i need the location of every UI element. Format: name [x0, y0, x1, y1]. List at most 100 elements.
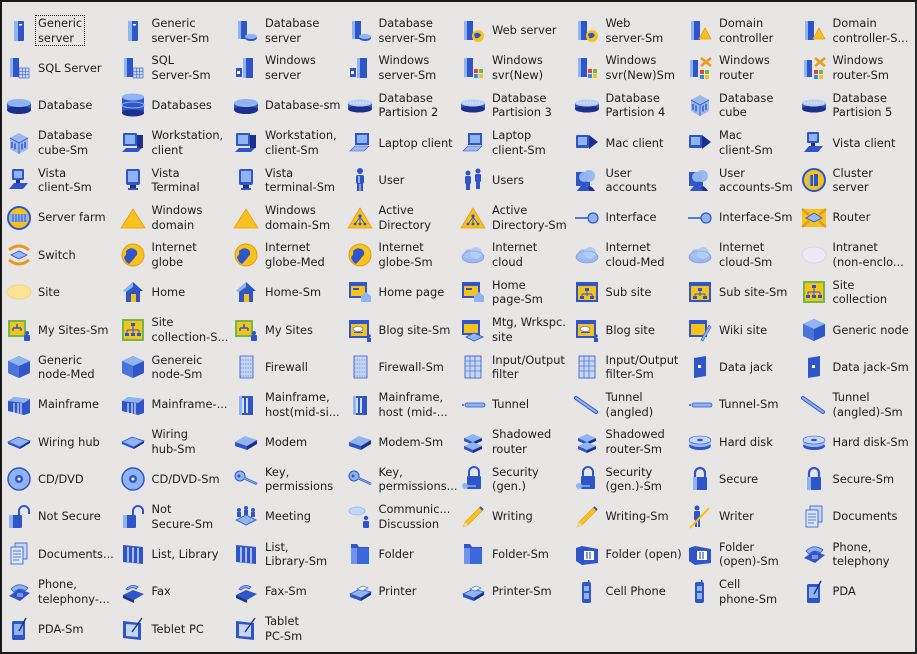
stencil-shape-item[interactable]: Printer-Sm [460, 573, 574, 610]
stencil-shape-item[interactable]: Genereic node-Sm [120, 349, 234, 386]
stencil-shape-item[interactable]: Windows router-Sm [801, 49, 915, 86]
stencil-shape-item[interactable]: Folder-Sm [460, 535, 574, 572]
stencil-shape-item[interactable]: Windows svr(New) [460, 49, 574, 86]
stencil-shape-item[interactable]: Database Partision 2 [347, 87, 461, 124]
stencil-shape-item[interactable]: Site collection-S... [120, 311, 234, 348]
stencil-shape-item[interactable]: Fax-Sm [233, 573, 347, 610]
stencil-shape-item[interactable]: PDA [801, 573, 915, 610]
stencil-shape-item[interactable]: Secure [687, 461, 801, 498]
stencil-shape-item[interactable]: Hard disk [687, 423, 801, 460]
stencil-shape-item[interactable]: Internet globe-Sm [347, 236, 461, 273]
stencil-shape-item[interactable]: User accounts-Sm [687, 162, 801, 199]
stencil-shape-item[interactable]: Router [800, 199, 915, 236]
stencil-shape-item[interactable]: Intranet (non-enclo... [801, 236, 915, 273]
stencil-shape-item[interactable]: Switch [6, 236, 120, 273]
stencil-shape-item[interactable]: Teblet PC [120, 610, 234, 647]
stencil-shape-item[interactable]: Vista Terminal [120, 162, 234, 199]
stencil-shape-item[interactable]: Shadowed router [460, 423, 574, 460]
stencil-shape-item[interactable]: Interface-Sm [687, 199, 801, 236]
stencil-shape-item[interactable]: Cluster server [801, 162, 915, 199]
stencil-shape-item[interactable]: Folder (open) [574, 535, 688, 572]
stencil-shape-item[interactable]: Cell Phone [574, 573, 688, 610]
stencil-shape-item[interactable]: Blog site-Sm [347, 311, 461, 348]
stencil-shape-item[interactable]: Windows domain [119, 199, 234, 236]
stencil-shape-item[interactable]: Laptop client [347, 124, 461, 161]
stencil-shape-item[interactable]: Input/Output filter-Sm [574, 349, 688, 386]
stencil-shape-item[interactable]: Mac client-Sm [687, 124, 801, 161]
stencil-shape-item[interactable]: Web server-Sm [574, 12, 688, 49]
stencil-shape-item[interactable]: Mainframe [6, 386, 120, 423]
stencil-shape-item[interactable]: Web server [460, 12, 574, 49]
stencil-shape-item[interactable]: Mtg, Wrkspc. site [460, 311, 574, 348]
stencil-shape-item[interactable]: CD/DVD-Sm [120, 461, 234, 498]
stencil-shape-item[interactable]: Writing [460, 498, 574, 535]
stencil-shape-item[interactable]: Key, permissions [233, 461, 347, 498]
stencil-shape-item[interactable]: List, Library [120, 535, 234, 572]
stencil-shape-item[interactable]: Interface [574, 199, 688, 236]
stencil-shape-item[interactable]: Internet globe-Med [233, 236, 347, 273]
stencil-shape-item[interactable]: Generic server [6, 12, 120, 49]
stencil-shape-item[interactable]: Shadowed router-Sm [574, 423, 688, 460]
stencil-shape-item[interactable]: Cell phone-Sm [687, 573, 801, 610]
stencil-shape-item[interactable]: Data jack [687, 349, 801, 386]
stencil-shape-item[interactable]: Mac client [574, 124, 688, 161]
stencil-shape-item[interactable]: Not Secure [6, 498, 120, 535]
stencil-shape-item[interactable]: Tunnel [460, 386, 574, 423]
stencil-shape-item[interactable]: Phone, telephony [801, 535, 915, 572]
stencil-shape-item[interactable]: SQL Server-Sm [120, 49, 234, 86]
stencil-shape-item[interactable]: Database server [233, 12, 347, 49]
stencil-shape-item[interactable]: Home [120, 274, 234, 311]
stencil-shape-item[interactable]: Domain controller [687, 12, 801, 49]
stencil-shape-item[interactable]: Windows router [687, 49, 801, 86]
stencil-shape-item[interactable]: Firewall [233, 349, 347, 386]
stencil-shape-item[interactable]: Mainframe, host (mid-... [347, 386, 461, 423]
stencil-shape-item[interactable]: Generic server-Sm [120, 12, 234, 49]
stencil-shape-item[interactable]: Home-Sm [233, 274, 347, 311]
stencil-shape-item[interactable]: Windows svr(New)Sm [574, 49, 688, 86]
stencil-shape-item[interactable]: Windows server [233, 49, 347, 86]
stencil-shape-item[interactable]: Firewall-Sm [347, 349, 461, 386]
stencil-shape-item[interactable]: Sub site [574, 274, 688, 311]
stencil-shape-item[interactable]: Home page [347, 274, 461, 311]
stencil-shape-item[interactable]: Windows server-Sm [347, 49, 461, 86]
stencil-shape-item[interactable]: SQL Server [6, 49, 120, 86]
stencil-shape-item[interactable]: Mainframe, host(mid-si... [233, 386, 347, 423]
stencil-shape-item[interactable]: Vista terminal-Sm [233, 162, 347, 199]
stencil-shape-item[interactable]: Secure-Sm [801, 461, 915, 498]
stencil-shape-item[interactable]: Fax [120, 573, 234, 610]
stencil-shape-item[interactable]: Phone, telephony-... [6, 573, 120, 610]
stencil-shape-item[interactable]: Database Partision 3 [460, 87, 574, 124]
stencil-shape-item[interactable]: Documents [801, 498, 915, 535]
stencil-shape-item[interactable]: Writing-Sm [574, 498, 688, 535]
stencil-shape-item[interactable]: Database Partision 5 [801, 87, 915, 124]
stencil-shape-item[interactable]: Database server-Sm [347, 12, 461, 49]
stencil-shape-item[interactable]: Tunnel-Sm [687, 386, 801, 423]
stencil-shape-item[interactable]: Server farm [6, 199, 120, 236]
stencil-shape-item[interactable]: Writer [687, 498, 801, 535]
stencil-shape-item[interactable]: Workstation, client [120, 124, 234, 161]
stencil-shape-item[interactable]: Generic node-Med [6, 349, 120, 386]
stencil-shape-item[interactable]: Communic... Discussion [347, 498, 461, 535]
stencil-shape-item[interactable]: CD/DVD [6, 461, 120, 498]
stencil-shape-item[interactable]: Database Partision 4 [574, 87, 688, 124]
stencil-shape-item[interactable]: User accounts [574, 162, 688, 199]
stencil-shape-item[interactable]: My Sites-Sm [6, 311, 120, 348]
stencil-shape-item[interactable]: Active Directory [346, 199, 461, 236]
stencil-shape-item[interactable]: Workstation, client-Sm [233, 124, 347, 161]
stencil-shape-item[interactable]: PDA-Sm [6, 610, 120, 647]
stencil-shape-item[interactable]: Printer [347, 573, 461, 610]
stencil-shape-item[interactable]: Folder (open)-Sm [687, 535, 801, 572]
stencil-shape-item[interactable]: Users [460, 162, 574, 199]
stencil-shape-item[interactable]: Site [6, 274, 120, 311]
stencil-shape-item[interactable]: User [347, 162, 461, 199]
stencil-shape-item[interactable]: Domain controller-S... [801, 12, 915, 49]
stencil-shape-item[interactable]: Internet cloud-Sm [687, 236, 801, 273]
stencil-shape-item[interactable]: Wiki site [687, 311, 801, 348]
stencil-shape-item[interactable]: Database-sm [233, 87, 347, 124]
stencil-shape-item[interactable]: Generic node [801, 311, 915, 348]
stencil-shape-item[interactable]: Site collection [801, 274, 915, 311]
stencil-shape-item[interactable]: My Sites [233, 311, 347, 348]
stencil-shape-item[interactable]: Security (gen.) [460, 461, 574, 498]
stencil-shape-item[interactable]: Internet cloud [460, 236, 574, 273]
stencil-shape-item[interactable]: Key, permissions... [347, 461, 461, 498]
